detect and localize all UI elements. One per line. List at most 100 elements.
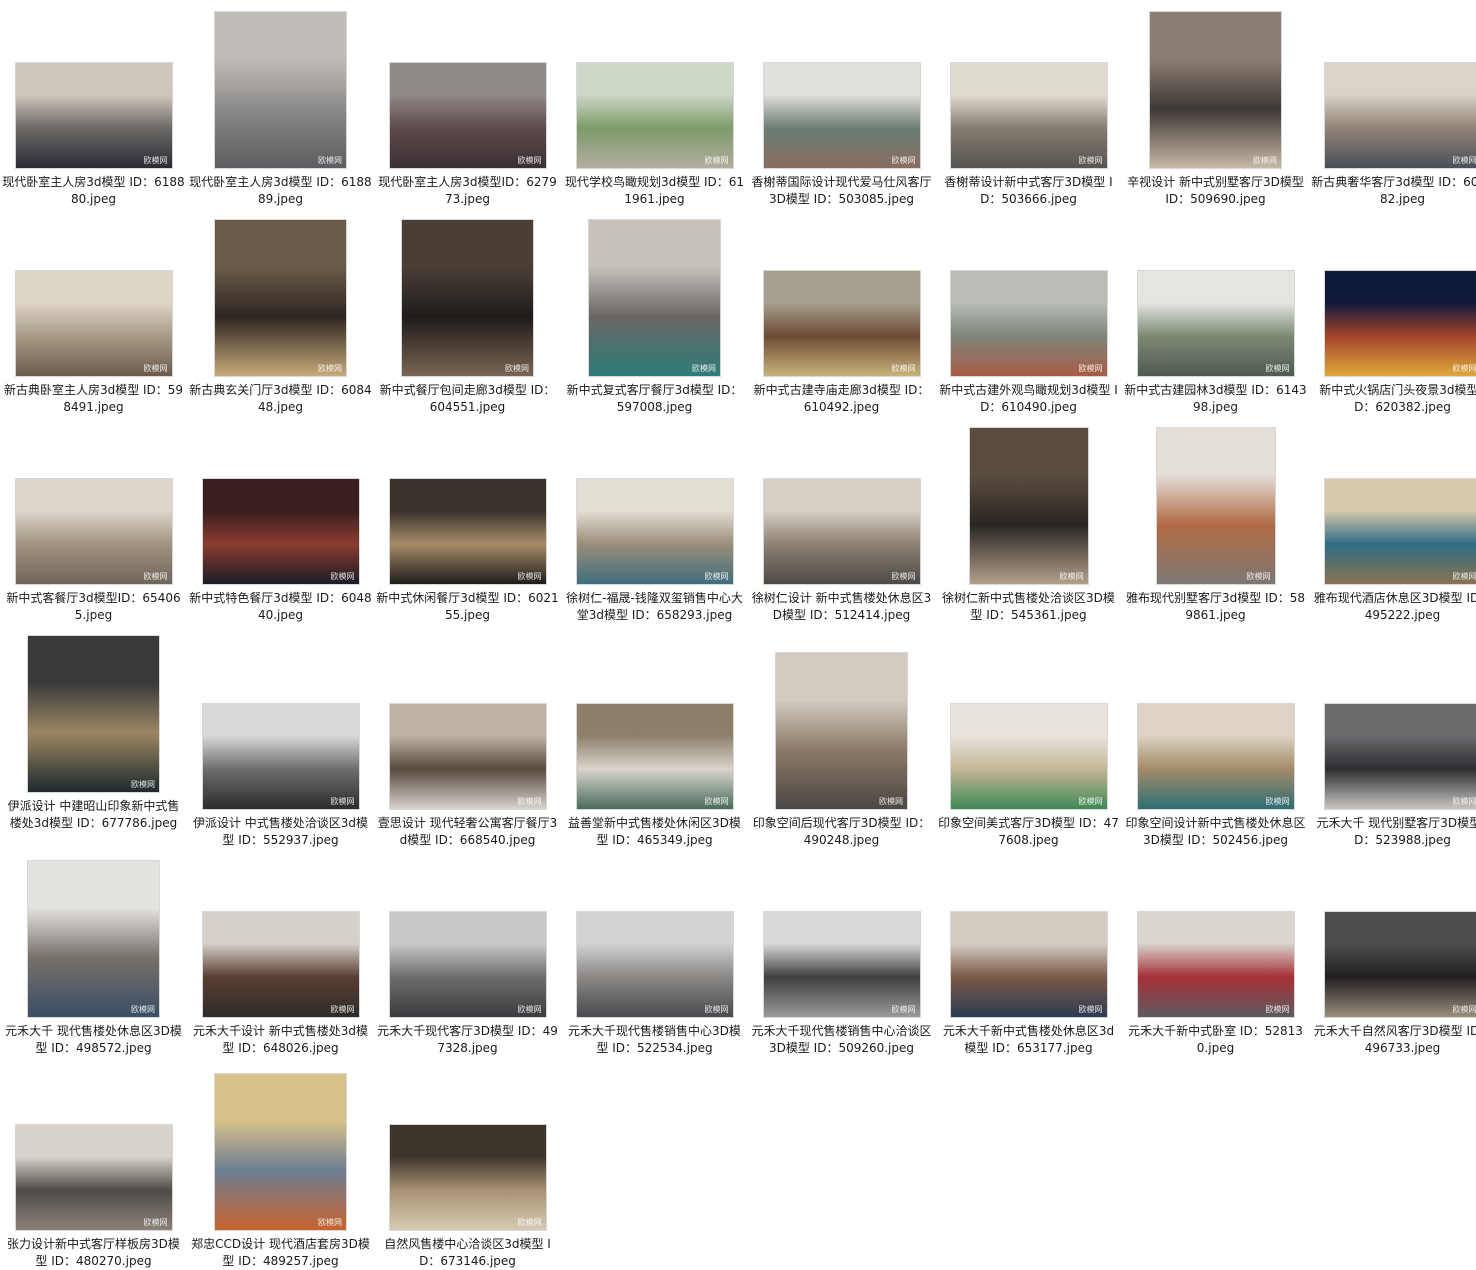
thumbnail-frame: 欧模网 bbox=[575, 216, 735, 376]
file-item[interactable]: 欧模网 伊派设计 中式售楼处洽谈区3d模型 ID：552937.jpeg bbox=[187, 624, 374, 849]
image-thumbnail[interactable]: 欧模网 bbox=[1137, 271, 1294, 376]
file-item[interactable]: 欧模网 印象空间设计新中式售楼处休息区3D模型 ID：502456.jpeg bbox=[1122, 624, 1309, 849]
file-item[interactable]: 欧模网现代卧室主人房3d模型ID：627973.jpeg bbox=[374, 0, 561, 208]
file-item[interactable]: 欧模网 元禾大千现代客厅3D模型 ID：497328.jpeg bbox=[374, 849, 561, 1057]
file-item[interactable]: 欧模网 益善堂新中式售楼处休闲区3D模型 ID：465349.jpeg bbox=[561, 624, 748, 849]
image-thumbnail[interactable]: 欧模网 bbox=[202, 479, 359, 584]
file-item[interactable]: 欧模网 新古典玄关门厅3d模型 ID：608448.jpeg bbox=[187, 208, 374, 416]
file-item[interactable]: 欧模网 新中式古建外观鸟瞰规划3d模型 ID：610490.jpeg bbox=[935, 208, 1122, 416]
image-thumbnail[interactable]: 欧模网 bbox=[950, 271, 1107, 376]
file-item[interactable]: 欧模网 新古典奢华客厅3d模型 ID：600282.jpeg bbox=[1309, 0, 1476, 208]
image-thumbnail[interactable]: 欧模网 bbox=[763, 63, 920, 168]
file-item[interactable]: 欧模网 现代卧室主人房3d模型 ID：618880.jpeg bbox=[0, 0, 187, 208]
file-item[interactable]: 欧模网 元禾大千现代售楼销售中心洽谈区3D模型 ID：509260.jpeg bbox=[748, 849, 935, 1057]
file-item[interactable]: 欧模网 元禾大千新中式售楼处休息区3d模型 ID：653177.jpeg bbox=[935, 849, 1122, 1057]
watermark-text: 欧模网 bbox=[704, 1005, 729, 1014]
image-thumbnail[interactable]: 欧模网 bbox=[15, 479, 172, 584]
image-thumbnail[interactable]: 欧模网 bbox=[1137, 912, 1294, 1017]
image-thumbnail[interactable]: 欧模网 bbox=[215, 12, 346, 168]
file-item[interactable]: 欧模网 雅布现代别墅客厅3d模型 ID：589861.jpeg bbox=[1122, 416, 1309, 624]
image-thumbnail[interactable]: 欧模网 bbox=[1150, 12, 1281, 168]
image-thumbnail[interactable]: 欧模网 bbox=[576, 912, 733, 1017]
image-thumbnail[interactable]: 欧模网 bbox=[1324, 704, 1476, 809]
image-thumbnail[interactable]: 欧模网 bbox=[202, 704, 359, 809]
file-item[interactable]: 欧模网 张力设计新中式客厅样板房3D模型 ID：480270.jpeg bbox=[0, 1057, 187, 1270]
thumbnail-frame: 欧模网 bbox=[201, 649, 361, 809]
file-item[interactable]: 欧模网 元禾大千自然风客厅3D模型 ID：496733.jpeg bbox=[1309, 849, 1476, 1057]
image-thumbnail[interactable]: 欧模网 bbox=[28, 861, 159, 1017]
image-thumbnail[interactable]: 欧模网 bbox=[950, 912, 1107, 1017]
file-name-label: 徐树仁新中式售楼处洽谈区3D模型 ID：545361.jpeg bbox=[942, 591, 1115, 622]
image-thumbnail[interactable]: 欧模网 bbox=[402, 220, 533, 376]
image-thumbnail[interactable]: 欧模网 bbox=[950, 704, 1107, 809]
file-item[interactable]: 欧模网 伊派设计 中建昭山印象新中式售楼处3d模型 ID：677786.jpeg bbox=[0, 624, 187, 849]
image-thumbnail[interactable]: 欧模网 bbox=[28, 636, 159, 792]
file-item[interactable]: 欧模网 元禾大千设计 新中式售楼处3d模型 ID：648026.jpeg bbox=[187, 849, 374, 1057]
file-name-label: 郑忠CCD设计 现代酒店套房3D模型 ID：489257.jpeg bbox=[191, 1237, 370, 1268]
image-thumbnail[interactable]: 欧模网 bbox=[576, 704, 733, 809]
file-item[interactable]: 欧模网 元禾大千现代售楼销售中心3D模型 ID：522534.jpeg bbox=[561, 849, 748, 1057]
image-thumbnail[interactable]: 欧模网 bbox=[1324, 63, 1476, 168]
watermark-text: 欧模网 bbox=[1253, 156, 1277, 165]
file-item[interactable]: 欧模网徐树仁新中式售楼处洽谈区3D模型 ID：545361.jpeg bbox=[935, 416, 1122, 624]
image-thumbnail[interactable]: 欧模网 bbox=[389, 912, 546, 1017]
file-item[interactable]: 欧模网 新中式古建园林3d模型 ID：614398.jpeg bbox=[1122, 208, 1309, 416]
image-thumbnail[interactable]: 欧模网 bbox=[763, 912, 920, 1017]
image-thumbnail[interactable]: 欧模网 bbox=[576, 63, 733, 168]
image-thumbnail[interactable]: 欧模网 bbox=[389, 479, 546, 584]
image-thumbnail[interactable]: 欧模网 bbox=[1137, 704, 1294, 809]
image-thumbnail[interactable]: 欧模网 bbox=[389, 1125, 546, 1230]
file-item[interactable]: 欧模网 雅布现代酒店休息区3D模型 ID：495222.jpeg bbox=[1309, 416, 1476, 624]
file-item[interactable]: 欧模网 新中式餐厅包间走廊3d模型 ID：604551.jpeg bbox=[374, 208, 561, 416]
thumbnail-frame: 欧模网 bbox=[14, 1070, 174, 1230]
file-item[interactable]: 欧模网 新中式客餐厅3d模型ID：654065.jpeg bbox=[0, 416, 187, 624]
image-thumbnail[interactable]: 欧模网 bbox=[215, 220, 346, 376]
file-name-label: 现代卧室主人房3d模型ID：627973.jpeg bbox=[378, 175, 557, 206]
image-thumbnail[interactable]: 欧模网 bbox=[576, 479, 733, 584]
file-name-label: 新中式古建寺庙走廊3d模型 ID：610492.jpeg bbox=[753, 383, 930, 414]
file-item[interactable]: 欧模网 徐树仁设计 新中式售楼处休息区3D模型 ID：512414.jpeg bbox=[748, 416, 935, 624]
file-item[interactable]: 欧模网 现代卧室主人房3d模型 ID：618889.jpeg bbox=[187, 0, 374, 208]
file-item[interactable]: 欧模网新古典卧室主人房3d模型 ID：598491.jpeg bbox=[0, 208, 187, 416]
image-thumbnail[interactable]: 欧模网 bbox=[776, 653, 907, 809]
image-thumbnail[interactable]: 欧模网 bbox=[15, 1125, 172, 1230]
file-item[interactable]: 欧模网 徐树仁-福晟-钱隆双玺销售中心大堂3d模型 ID：658293.jpeg bbox=[561, 416, 748, 624]
image-thumbnail[interactable]: 欧模网 bbox=[15, 63, 172, 168]
file-item[interactable]: 欧模网 印象空间后现代客厅3D模型 ID：490248.jpeg bbox=[748, 624, 935, 849]
file-item[interactable]: 欧模网 壹思设计 现代轻奢公寓客厅餐厅3d模型 ID：668540.jpeg bbox=[374, 624, 561, 849]
file-item[interactable]: 欧模网 新中式火锅店门头夜景3d模型 ID：620382.jpeg bbox=[1309, 208, 1476, 416]
file-item[interactable]: 欧模网 香榭蒂国际设计现代爱马仕风客厅3D模型 ID：503085.jpeg bbox=[748, 0, 935, 208]
thumbnail-frame: 欧模网 bbox=[949, 857, 1109, 1017]
image-thumbnail[interactable]: 欧模网 bbox=[389, 704, 546, 809]
file-item[interactable]: 欧模网 元禾大千 现代别墅客厅3D模型 ID：523988.jpeg bbox=[1309, 624, 1476, 849]
file-item[interactable]: 欧模网 新中式特色餐厅3d模型 ID：604840.jpeg bbox=[187, 416, 374, 624]
image-thumbnail[interactable]: 欧模网 bbox=[589, 220, 720, 376]
watermark-text: 欧模网 bbox=[143, 156, 168, 165]
image-thumbnail[interactable]: 欧模网 bbox=[1324, 912, 1476, 1017]
image-thumbnail[interactable]: 欧模网 bbox=[1324, 479, 1476, 584]
image-thumbnail[interactable]: 欧模网 bbox=[202, 912, 359, 1017]
image-thumbnail[interactable]: 欧模网 bbox=[389, 63, 546, 168]
thumbnail-frame: 欧模网 bbox=[762, 424, 922, 584]
file-item[interactable]: 欧模网 香榭蒂设计新中式客厅3D模型 ID：503666.jpeg bbox=[935, 0, 1122, 208]
image-thumbnail[interactable]: 欧模网 bbox=[1156, 428, 1275, 584]
thumbnail-frame: 欧模网 bbox=[1136, 424, 1296, 584]
image-thumbnail[interactable]: 欧模网 bbox=[969, 428, 1088, 584]
file-item[interactable]: 欧模网 印象空间美式客厅3D模型 ID：477608.jpeg bbox=[935, 624, 1122, 849]
image-thumbnail[interactable]: 欧模网 bbox=[950, 63, 1107, 168]
file-item[interactable]: 欧模网 元禾大千新中式卧室 ID：528130.jpeg bbox=[1122, 849, 1309, 1057]
file-item[interactable]: 欧模网 辛视设计 新中式别墅客厅3D模型 ID：509690.jpeg bbox=[1122, 0, 1309, 208]
file-item[interactable]: 欧模网 自然风售楼中心洽谈区3d模型 ID：673146.jpeg bbox=[374, 1057, 561, 1270]
file-item[interactable]: 欧模网 新中式休闲餐厅3d模型 ID：602155.jpeg bbox=[374, 416, 561, 624]
file-name-label: 新古典卧室主人房3d模型 ID：598491.jpeg bbox=[3, 383, 184, 414]
file-item[interactable]: 欧模网 元禾大千 现代售楼处休息区3D模型 ID：498572.jpeg bbox=[0, 849, 187, 1057]
image-thumbnail[interactable]: 欧模网 bbox=[763, 479, 920, 584]
image-thumbnail[interactable]: 欧模网 bbox=[763, 271, 920, 376]
image-thumbnail[interactable]: 欧模网 bbox=[215, 1074, 346, 1230]
image-thumbnail[interactable]: 欧模网 bbox=[1324, 271, 1476, 376]
file-item[interactable]: 欧模网新中式古建寺庙走廊3d模型 ID：610492.jpeg bbox=[748, 208, 935, 416]
file-item[interactable]: 欧模网 现代学校鸟瞰规划3d模型 ID：611961.jpeg bbox=[561, 0, 748, 208]
file-item[interactable]: 欧模网 新中式复式客厅餐厅3d模型 ID：597008.jpeg bbox=[561, 208, 748, 416]
file-item[interactable]: 欧模网郑忠CCD设计 现代酒店套房3D模型 ID：489257.jpeg bbox=[187, 1057, 374, 1270]
image-thumbnail[interactable]: 欧模网 bbox=[15, 271, 172, 376]
